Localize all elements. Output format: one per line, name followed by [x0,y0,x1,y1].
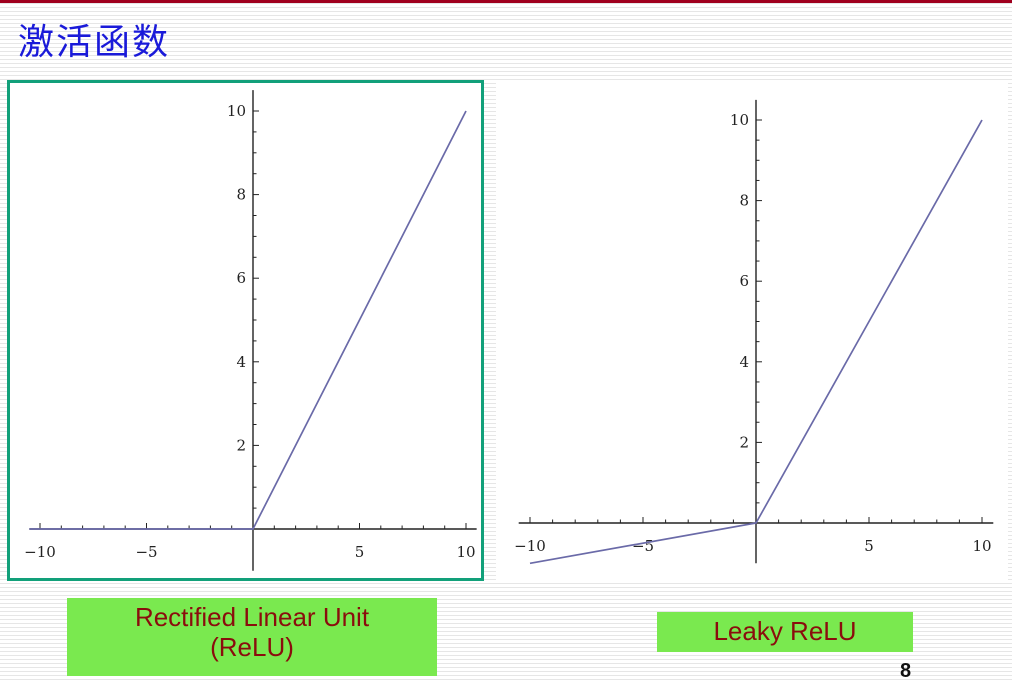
leaky-relu-y-tick-label: 2 [739,433,749,451]
slide-number: 8 [900,660,912,682]
leaky-relu-x-tick-label: −5 [632,537,654,555]
leaky-relu-y-tick-label: 10 [730,111,749,129]
leaky-relu-y-tick-label: 6 [739,272,749,290]
relu-x-tick-label: −10 [24,543,56,561]
relu-y-tick-label: 6 [236,269,246,287]
leaky-relu-caption-line-1: Leaky ReLU [713,616,857,646]
relu-chart: −10 −5 5 10 2 4 6 8 10 [24,90,477,571]
relu-caption: Rectified Linear Unit (ReLU) [67,598,437,676]
leaky-relu-y-tick-label: 8 [739,192,749,210]
relu-y-tick-label: 2 [236,436,246,454]
relu-y-tick-label: 4 [236,353,246,371]
relu-x-tick-label: 5 [355,543,365,561]
relu-caption-line-2: (ReLU) [210,632,294,662]
leaky-relu-x-tick-label: 5 [864,537,874,555]
relu-series-line [29,110,467,530]
leaky-relu-chart: −10 −5 5 10 2 4 6 8 10 [514,99,994,565]
top-accent-rule [0,0,1012,3]
relu-y-tick-label: 10 [227,102,246,120]
leaky-relu-x-tick-label: −10 [514,537,546,555]
relu-y-tick-label: 8 [236,186,246,204]
leaky-relu-chart-panel: −10 −5 5 10 2 4 6 8 10 [496,80,1008,581]
leaky-relu-y-tick-label: 4 [739,353,749,371]
slide-title: 激活函数 [18,22,171,63]
relu-caption-line-1: Rectified Linear Unit [134,602,370,632]
relu-x-tick-label: 10 [456,543,475,561]
relu-x-tick-label: −5 [135,543,157,561]
relu-chart-panel: −10 −5 5 10 2 4 6 8 10 [7,80,484,581]
leaky-relu-x-tick-label: 10 [972,537,991,555]
leaky-relu-caption: Leaky ReLU [657,612,913,652]
